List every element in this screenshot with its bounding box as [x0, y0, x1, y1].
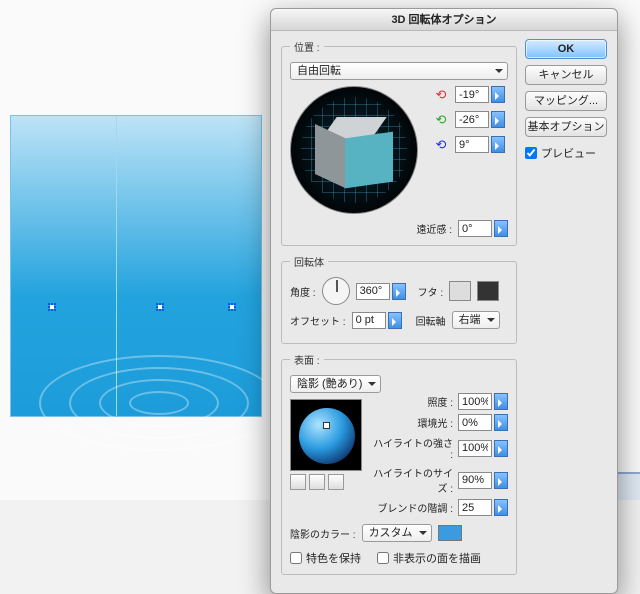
cap-label: フタ : — [418, 284, 444, 299]
revolve-axis-value: 右端 — [459, 312, 481, 328]
shade-color-swatch[interactable] — [438, 525, 462, 541]
hlsize-input[interactable] — [458, 472, 492, 489]
intensity-label: 照度 : — [427, 394, 453, 409]
x-axis-icon: ⟲ — [432, 88, 450, 102]
stepper-arrow[interactable] — [494, 440, 508, 457]
ok-button[interactable]: OK — [525, 39, 607, 59]
offset-input[interactable] — [352, 312, 386, 329]
angle-input[interactable] — [356, 283, 390, 300]
preserve-spot-label: 特色を保持 — [306, 550, 361, 566]
intensity-input[interactable] — [458, 393, 492, 410]
track-cube[interactable] — [290, 86, 418, 214]
group-revolve: 回転体 角度 : フタ : オフセット : 回転軸 右端 — [281, 254, 517, 344]
preserve-spot-checkbox[interactable]: 特色を保持 — [290, 550, 361, 566]
surface-legend: 表面 : — [290, 352, 324, 367]
delete-light-button[interactable] — [328, 474, 344, 490]
position-preset-value: 自由回転 — [297, 63, 341, 79]
light-handle[interactable] — [323, 422, 330, 429]
highlight-label: ハイライトの強さ : — [370, 435, 453, 461]
ambient-label: 環境光 : — [417, 415, 453, 430]
shade-color-value: カスタム — [369, 525, 413, 541]
group-surface: 表面 : 陰影 (艶あり) 照度 : 環境光 — [281, 352, 517, 575]
shade-color-select[interactable]: カスタム — [362, 524, 432, 542]
position-preset-select[interactable]: 自由回転 — [290, 62, 508, 80]
light-back-button[interactable] — [290, 474, 306, 490]
selection-handle[interactable] — [230, 305, 234, 309]
perspective-label: 遠近感 : — [416, 221, 452, 236]
rotation-y-input[interactable] — [455, 111, 489, 128]
dialog-title: 3D 回転体オプション — [271, 9, 617, 31]
surface-shading-value: 陰影 (艶あり) — [297, 376, 362, 392]
mapping-button[interactable]: マッピング... — [525, 91, 607, 111]
axis-label: 回転軸 — [416, 313, 446, 328]
stepper-arrow[interactable] — [494, 414, 508, 431]
stepper-arrow[interactable] — [494, 393, 508, 410]
selection-handle[interactable] — [50, 305, 54, 309]
cap-off-button[interactable] — [477, 281, 499, 301]
dialog-3d-revolve-options: 3D 回転体オプション 位置 : 自由回転 ⟲ — [270, 8, 618, 594]
rotation-z-input[interactable] — [455, 136, 489, 153]
selection-handle[interactable] — [158, 305, 162, 309]
stepper-arrow[interactable] — [388, 312, 402, 329]
stepper-arrow[interactable] — [491, 136, 505, 153]
cap-on-button[interactable] — [449, 281, 471, 301]
cancel-button[interactable]: キャンセル — [525, 65, 607, 85]
angle-label: 角度 : — [290, 284, 316, 299]
blend-input[interactable] — [458, 499, 492, 516]
offset-label: オフセット : — [290, 313, 346, 328]
light-preview-sphere[interactable] — [290, 399, 362, 471]
new-light-button[interactable] — [309, 474, 325, 490]
position-legend: 位置 : — [290, 39, 324, 54]
revolve-legend: 回転体 — [290, 254, 328, 269]
water-ripple-art — [29, 341, 289, 471]
stepper-arrow[interactable] — [491, 111, 505, 128]
hlsize-label: ハイライトのサイズ : — [370, 465, 453, 495]
stepper-arrow[interactable] — [494, 220, 508, 237]
group-position: 位置 : 自由回転 ⟲ — [281, 39, 517, 246]
preview-label: プレビュー — [541, 145, 596, 161]
revolve-axis-select[interactable]: 右端 — [452, 311, 500, 329]
stepper-arrow[interactable] — [392, 283, 406, 300]
stepper-arrow[interactable] — [494, 499, 508, 516]
surface-shading-select[interactable]: 陰影 (艶あり) — [290, 375, 381, 393]
preview-checkbox[interactable]: プレビュー — [525, 145, 607, 161]
stepper-arrow[interactable] — [494, 472, 508, 489]
highlight-input[interactable] — [458, 440, 492, 457]
y-axis-icon: ⟲ — [432, 113, 450, 127]
angle-dial[interactable] — [322, 277, 350, 305]
rotation-x-input[interactable] — [455, 86, 489, 103]
shade-color-label: 陰影のカラー : — [290, 526, 356, 541]
basic-options-button[interactable]: 基本オプション — [525, 117, 607, 137]
perspective-input[interactable] — [458, 220, 492, 237]
draw-hidden-checkbox[interactable]: 非表示の面を描画 — [377, 550, 481, 566]
z-axis-icon: ⟲ — [432, 138, 450, 152]
artboard — [10, 115, 262, 417]
ambient-input[interactable] — [458, 414, 492, 431]
draw-hidden-label: 非表示の面を描画 — [393, 550, 481, 566]
stepper-arrow[interactable] — [491, 86, 505, 103]
